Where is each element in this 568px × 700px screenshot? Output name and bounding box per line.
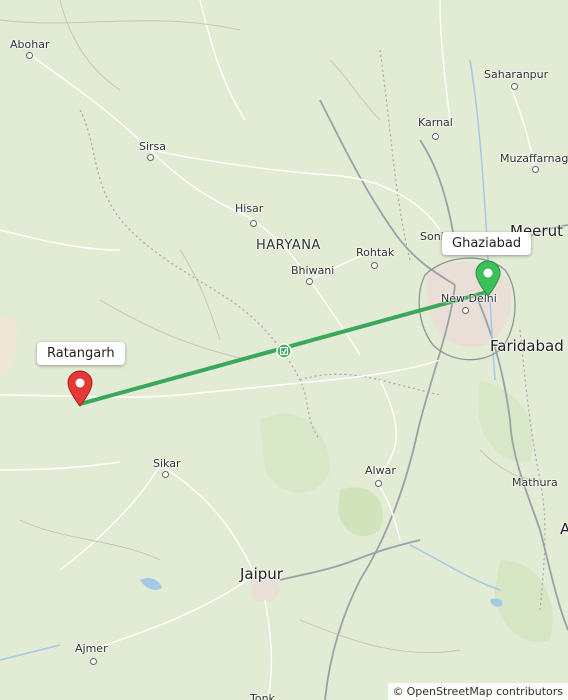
place-label-faridabad: Faridabad [490, 337, 564, 355]
place-label-abohar: Abohar [10, 38, 50, 51]
place-dot [532, 166, 539, 173]
place-label-tonk: Tonk [250, 692, 275, 700]
place-label-sikar: Sikar [153, 457, 181, 470]
place-label-jaipur: Jaipur [240, 565, 283, 583]
place-dot [432, 133, 439, 140]
place-dot [462, 307, 469, 314]
start-label[interactable]: Ratangarh [37, 342, 125, 365]
place-dot [306, 278, 313, 285]
place-label-bhiwani: Bhiwani [291, 264, 335, 277]
place-dot [147, 154, 154, 161]
place-label-alwar: Alwar [365, 464, 396, 477]
place-dot [90, 658, 97, 665]
map-attribution[interactable]: © OpenStreetMap contributors [387, 683, 568, 700]
place-label-sonipat: Soni [420, 230, 444, 243]
place-dot [26, 52, 33, 59]
attribution-text: OpenStreetMap contributors [406, 685, 563, 698]
place-label-haryana: HARYANA [256, 238, 321, 253]
place-dot [162, 471, 169, 478]
start-pin-icon[interactable] [66, 369, 94, 407]
route-badge-icon[interactable] [276, 343, 292, 359]
place-label-sirsa: Sirsa [139, 140, 167, 153]
place-label-rohtak: Rohtak [356, 246, 395, 259]
place-label-mathura: Mathura [512, 476, 558, 489]
place-label-ajmer: Ajmer [75, 642, 108, 655]
place-label-saharanpur: Saharanpur [484, 68, 549, 81]
place-label-hisar: Hisar [235, 202, 264, 215]
end-label[interactable]: Ghaziabad [442, 232, 532, 255]
copyright-symbol: © [392, 685, 404, 698]
place-dot [375, 480, 382, 487]
place-dot [511, 83, 518, 90]
place-label-edge: A [560, 520, 568, 538]
place-dot [250, 220, 257, 227]
map-view[interactable]: Abohar Sirsa Hisar HARYANA Bhiwani Rohta… [0, 0, 568, 700]
place-label-muzaffarnagar: Muzaffarnaga [500, 152, 568, 165]
place-dot [371, 262, 378, 269]
place-label-karnal: Karnal [418, 116, 453, 129]
end-pin-icon[interactable] [474, 259, 502, 297]
